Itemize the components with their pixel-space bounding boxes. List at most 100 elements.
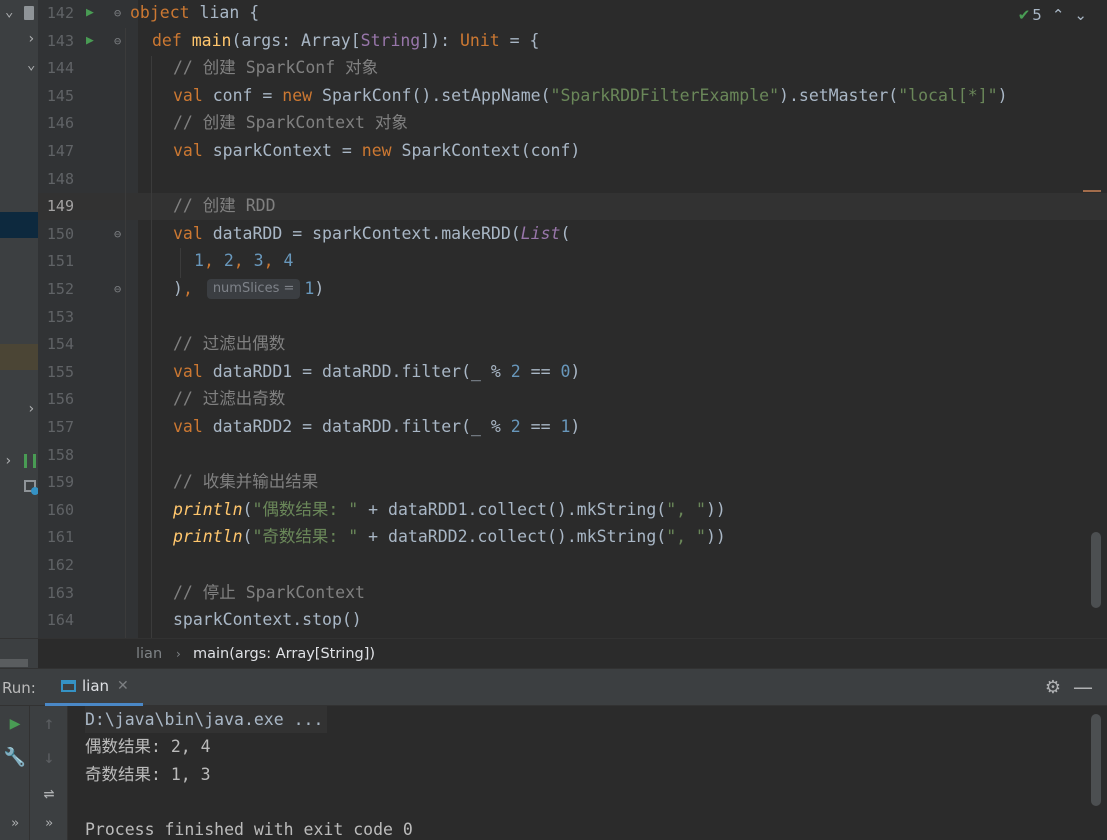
code-text[interactable]: val conf = new SparkConf().setAppName("S… (173, 82, 1008, 110)
line-number[interactable]: 152 (38, 275, 74, 303)
code-token: println (173, 499, 243, 519)
line-number[interactable]: 163 (38, 579, 74, 607)
code-line[interactable]: 150 ⊖ val dataRDD = sparkContext.makeRDD(L… (0, 220, 1107, 248)
code-line[interactable]: 153 (0, 303, 1107, 331)
line-number[interactable]: 159 (38, 468, 74, 496)
code-text[interactable]: object lian { (130, 0, 259, 27)
code-editor[interactable]: ⌄ › ⌄ › › 142 ▶ ⊖ object lian {143 ▶ ⊖ def mai… (0, 0, 1107, 638)
code-text[interactable]: println("偶数结果: " + dataRDD1.collect().mk… (173, 496, 726, 524)
line-number[interactable]: 148 (38, 165, 74, 193)
code-token: main (191, 30, 232, 50)
code-token: SparkContext(conf) (401, 141, 581, 160)
code-text[interactable]: // 收集并输出结果 (173, 468, 318, 496)
code-line[interactable]: 147 val sparkContext = new SparkContext(c… (0, 137, 1107, 165)
line-number[interactable]: 147 (38, 137, 74, 165)
line-number[interactable]: 145 (38, 82, 74, 110)
code-text[interactable]: val sparkContext = new SparkContext(conf… (173, 137, 580, 165)
chevron-down-icon[interactable]: ⌄ (1074, 6, 1087, 24)
more-icon[interactable]: » (0, 812, 30, 836)
arrow-down-icon[interactable]: ↓ (34, 746, 64, 770)
code-text[interactable]: // 停止 SparkContext (173, 579, 365, 607)
inspection-widget[interactable]: ✔ 5 ⌃ ⌄ (1018, 6, 1087, 24)
line-number[interactable]: 142 (38, 0, 74, 27)
code-line[interactable]: 162 (0, 551, 1107, 579)
code-line[interactable]: 163 // 停止 SparkContext (0, 579, 1107, 607)
code-token: SparkConf().setAppName( (322, 85, 551, 105)
code-text[interactable]: // 创建 SparkContext 对象 (173, 109, 408, 137)
line-number[interactable]: 162 (38, 551, 74, 579)
code-text[interactable]: // 创建 RDD (173, 192, 276, 220)
code-line[interactable]: 154 // 过滤出偶数 (0, 330, 1107, 358)
soft-wrap-icon[interactable]: ⇌ (34, 782, 64, 806)
code-text[interactable]: // 过滤出偶数 (173, 330, 285, 358)
rerun-icon[interactable]: ▶ (0, 712, 30, 736)
breadcrumb-method[interactable]: main(args: Array[String]) (193, 639, 375, 669)
horizontal-scrollbar[interactable] (0, 659, 28, 667)
code-line[interactable]: 149 // 创建 RDD (0, 192, 1107, 220)
code-text[interactable]: val dataRDD2 = dataRDD.filter(_ % 2 == 1… (173, 413, 580, 441)
line-number[interactable]: 154 (38, 330, 74, 358)
fold-open-icon[interactable]: ⊖ (114, 220, 121, 248)
minimize-icon[interactable]: — (1073, 669, 1093, 705)
arrow-up-icon[interactable]: ↑ (34, 712, 64, 736)
line-number[interactable]: 144 (38, 54, 74, 82)
code-line[interactable]: 143 ▶ ⊖ def main(args: Array[String]): Unit… (0, 27, 1107, 55)
code-line[interactable]: 158 (0, 441, 1107, 469)
code-text[interactable]: val dataRDD1 = dataRDD.filter(_ % 2 == 0… (173, 358, 580, 386)
line-number[interactable]: 158 (38, 441, 74, 469)
code-line[interactable]: 164 sparkContext.stop() (0, 606, 1107, 634)
line-number[interactable]: 146 (38, 109, 74, 137)
code-line[interactable]: 159 // 收集并输出结果 (0, 468, 1107, 496)
editor-scrollbar[interactable] (1091, 532, 1101, 608)
code-line[interactable]: 142 ▶ ⊖ object lian { (0, 0, 1107, 27)
more-icon[interactable]: » (34, 812, 64, 836)
fold-open-icon[interactable]: ⊖ (114, 27, 121, 55)
fold-close-icon[interactable]: ⊖ (114, 275, 121, 303)
code-line[interactable]: 156 // 过滤出奇数 (0, 385, 1107, 413)
code-text[interactable]: println("奇数结果: " + dataRDD2.collect().mk… (173, 523, 726, 551)
line-number[interactable]: 156 (38, 385, 74, 413)
code-text[interactable]: sparkContext.stop() (173, 606, 362, 634)
code-line[interactable]: 144 // 创建 SparkConf 对象 (0, 54, 1107, 82)
code-line[interactable]: 161 println("奇数结果: " + dataRDD2.collect()… (0, 523, 1107, 551)
code-text[interactable]: ), numSlices = 1) (173, 275, 324, 303)
code-text[interactable]: val dataRDD = sparkContext.makeRDD(List( (173, 220, 570, 248)
code-token: , (263, 251, 284, 271)
line-number[interactable]: 164 (38, 606, 74, 634)
run-gutter-icon[interactable]: ▶ (86, 0, 94, 27)
code-text[interactable]: // 过滤出奇数 (173, 385, 285, 413)
run-console[interactable]: ▶ 🔧 » ↑ ↓ ⇌ » D:\java\bin\java.exe ... 偶数… (0, 706, 1107, 840)
line-number[interactable]: 161 (38, 523, 74, 551)
code-line[interactable]: 155 val dataRDD1 = dataRDD.filter(_ % 2 =… (0, 358, 1107, 386)
code-line[interactable]: 145 val conf = new SparkConf().setAppName… (0, 82, 1107, 110)
code-line[interactable]: 157 val dataRDD2 = dataRDD.filter(_ % 2 =… (0, 413, 1107, 441)
code-line[interactable]: 148 (0, 165, 1107, 193)
code-line[interactable]: 160 println("偶数结果: " + dataRDD1.collect()… (0, 496, 1107, 524)
gear-icon[interactable]: ⚙ (1045, 669, 1061, 707)
code-text[interactable]: def main(args: Array[String]): Unit = { (152, 27, 540, 55)
line-number[interactable]: 153 (38, 303, 74, 331)
line-number[interactable]: 143 (38, 27, 74, 55)
code-line[interactable]: 152 ⊖ ), numSlices = 1) (0, 275, 1107, 303)
code-line[interactable]: 151 1, 2, 3, 4 (0, 247, 1107, 275)
line-number[interactable]: 155 (38, 358, 74, 386)
breadcrumb-object[interactable]: lian (136, 639, 162, 669)
line-number[interactable]: 149 (38, 192, 74, 220)
line-number[interactable]: 160 (38, 496, 74, 524)
chevron-up-icon[interactable]: ⌃ (1052, 6, 1065, 24)
code-text[interactable]: // 创建 SparkConf 对象 (173, 54, 378, 82)
line-number[interactable]: 151 (38, 247, 74, 275)
code-text[interactable]: 1, 2, 3, 4 (194, 247, 293, 275)
console-scrollbar[interactable] (1091, 714, 1101, 806)
line-number[interactable]: 157 (38, 413, 74, 441)
code-line[interactable]: 146 // 创建 SparkContext 对象 (0, 109, 1107, 137)
fold-open-icon[interactable]: ⊖ (114, 0, 121, 27)
line-number[interactable]: 150 (38, 220, 74, 248)
close-icon[interactable]: ✕ (117, 678, 129, 694)
run-tab-lian[interactable]: lian ✕ (45, 669, 143, 706)
error-stripe-marker[interactable] (1083, 190, 1101, 192)
code-token: "SparkRDDFilterExample" (550, 85, 780, 105)
code-token: 1 (560, 417, 571, 436)
wrench-icon[interactable]: 🔧 (0, 746, 30, 770)
run-gutter-icon[interactable]: ▶ (86, 27, 94, 55)
